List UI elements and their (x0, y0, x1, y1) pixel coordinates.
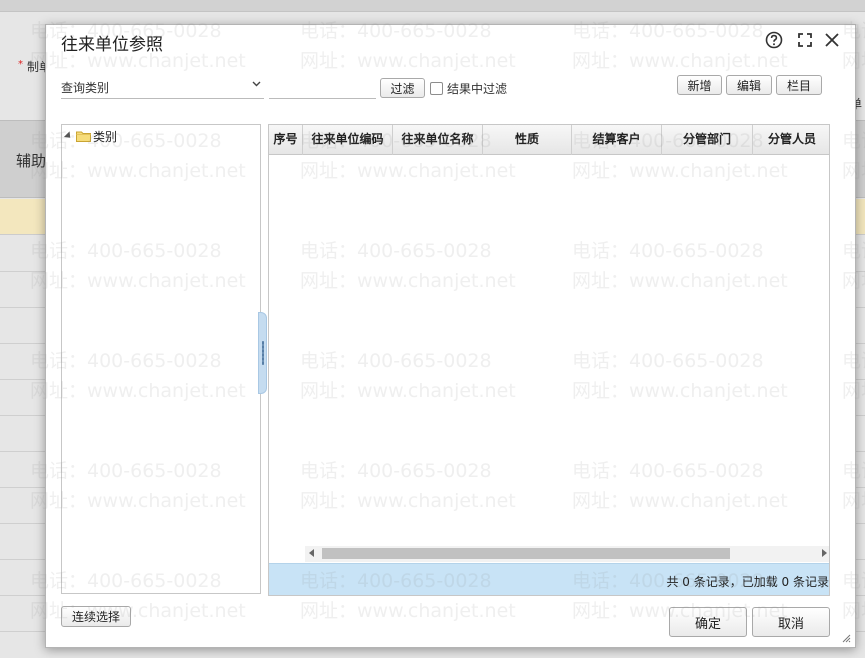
columns-button[interactable]: 栏目 (776, 75, 822, 95)
cancel-button[interactable]: 取消 (752, 607, 830, 637)
filter-button[interactable]: 过滤 (380, 78, 425, 98)
scroll-right-icon[interactable] (821, 549, 827, 557)
column-header-nature[interactable]: 性质 (483, 125, 572, 155)
required-mark: * (18, 59, 23, 70)
grid-status-bar: 共 0 条记录，已加载 0 条记录 (269, 563, 829, 595)
column-header-settlement-customer[interactable]: 结算客户 (572, 125, 662, 155)
folder-icon (76, 131, 91, 142)
ok-button[interactable]: 确定 (669, 607, 747, 637)
resize-grip-icon[interactable] (841, 633, 851, 643)
category-tree: 类别 (61, 124, 261, 594)
background-top-bar (0, 0, 865, 12)
filter-in-results-option[interactable]: 结果中过滤 (430, 80, 507, 96)
edit-button[interactable]: 编辑 (726, 75, 772, 95)
panel-splitter[interactable] (258, 312, 267, 394)
filter-in-results-label: 结果中过滤 (447, 81, 508, 96)
partner-reference-dialog: 往来单位参照 查询类别 过滤 结果中过滤 新增 编辑 栏目 类别 序号 往来单位… (45, 24, 856, 648)
column-header-code[interactable]: 往来单位编码 (303, 125, 393, 155)
grid-header: 序号 往来单位编码 往来单位名称 性质 结算客户 分管部门 分管人员 (269, 125, 829, 155)
background-field-label: 制单 (27, 60, 47, 74)
column-header-index[interactable]: 序号 (269, 125, 303, 155)
chevron-down-icon (252, 81, 261, 87)
column-header-staff[interactable]: 分管人员 (753, 125, 829, 155)
partner-grid: 序号 往来单位编码 往来单位名称 性质 结算客户 分管部门 分管人员 共 0 条… (268, 124, 830, 596)
record-count-text: 共 0 条记录，已加载 0 条记录 (666, 575, 829, 589)
scrollbar-thumb[interactable] (322, 548, 730, 559)
filter-in-results-checkbox[interactable] (430, 81, 443, 95)
query-category-select[interactable]: 查询类别 (61, 75, 264, 99)
add-button[interactable]: 新增 (677, 75, 722, 95)
dialog-title: 往来单位参照 (61, 35, 163, 55)
continuous-select-button[interactable]: 连续选择 (61, 606, 131, 627)
splitter-grip-icon (262, 341, 264, 365)
column-header-name[interactable]: 往来单位名称 (393, 125, 483, 155)
tree-caret-icon[interactable] (63, 131, 74, 141)
filter-input[interactable] (269, 75, 376, 99)
column-header-department[interactable]: 分管部门 (662, 125, 753, 155)
tree-node-label: 类别 (93, 129, 118, 144)
close-icon[interactable] (822, 30, 842, 50)
background-aux-label: 辅助 (16, 152, 46, 170)
maximize-icon[interactable] (795, 30, 815, 50)
query-category-value: 查询类别 (61, 81, 110, 95)
help-icon[interactable] (764, 30, 784, 50)
scroll-left-icon[interactable] (309, 549, 315, 557)
horizontal-scrollbar[interactable] (305, 546, 829, 562)
tree-node-root[interactable]: 类别 (63, 128, 118, 144)
